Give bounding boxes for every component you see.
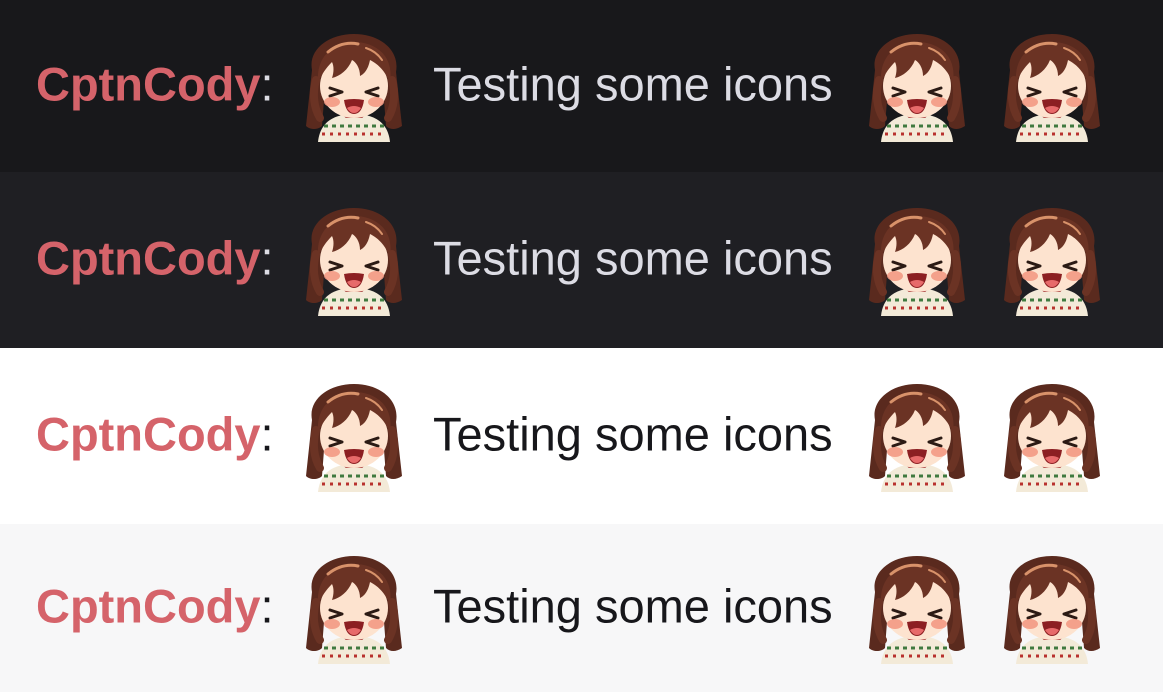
chibi-girl-laughing-emote-icon	[861, 30, 973, 142]
chibi-girl-laughing-emote-icon	[996, 204, 1108, 316]
chibi-girl-laughing-emote-icon	[861, 552, 973, 664]
chat-message: Testing some icons	[433, 407, 833, 461]
chibi-girl-laughing-emote-icon	[298, 30, 410, 142]
chat-username[interactable]: CptnCody:	[36, 583, 274, 630]
chibi-girl-laughing-emote-icon	[298, 552, 410, 664]
chat-message: Testing some icons	[433, 579, 833, 633]
chat-row: CptnCody: Testing some icons	[0, 524, 1163, 692]
chat-username[interactable]: CptnCody:	[36, 411, 274, 458]
chat-username[interactable]: CptnCody:	[36, 235, 274, 282]
chat-row: CptnCody: Testing some icons	[0, 348, 1163, 524]
chibi-girl-laughing-emote-icon	[996, 380, 1108, 492]
chibi-girl-laughing-emote-icon	[298, 204, 410, 316]
chat-row: CptnCody: Testing some icons	[0, 172, 1163, 348]
chat-message: Testing some icons	[433, 57, 833, 111]
chat-row: CptnCody: Testing some icons	[0, 0, 1163, 172]
chibi-girl-laughing-emote-icon	[861, 204, 973, 316]
chat-message: Testing some icons	[433, 231, 833, 285]
chibi-girl-laughing-emote-icon	[861, 380, 973, 492]
chibi-girl-laughing-emote-icon	[996, 552, 1108, 664]
chat-username[interactable]: CptnCody:	[36, 61, 274, 108]
chibi-girl-laughing-emote-icon	[298, 380, 410, 492]
chibi-girl-laughing-emote-icon	[996, 30, 1108, 142]
